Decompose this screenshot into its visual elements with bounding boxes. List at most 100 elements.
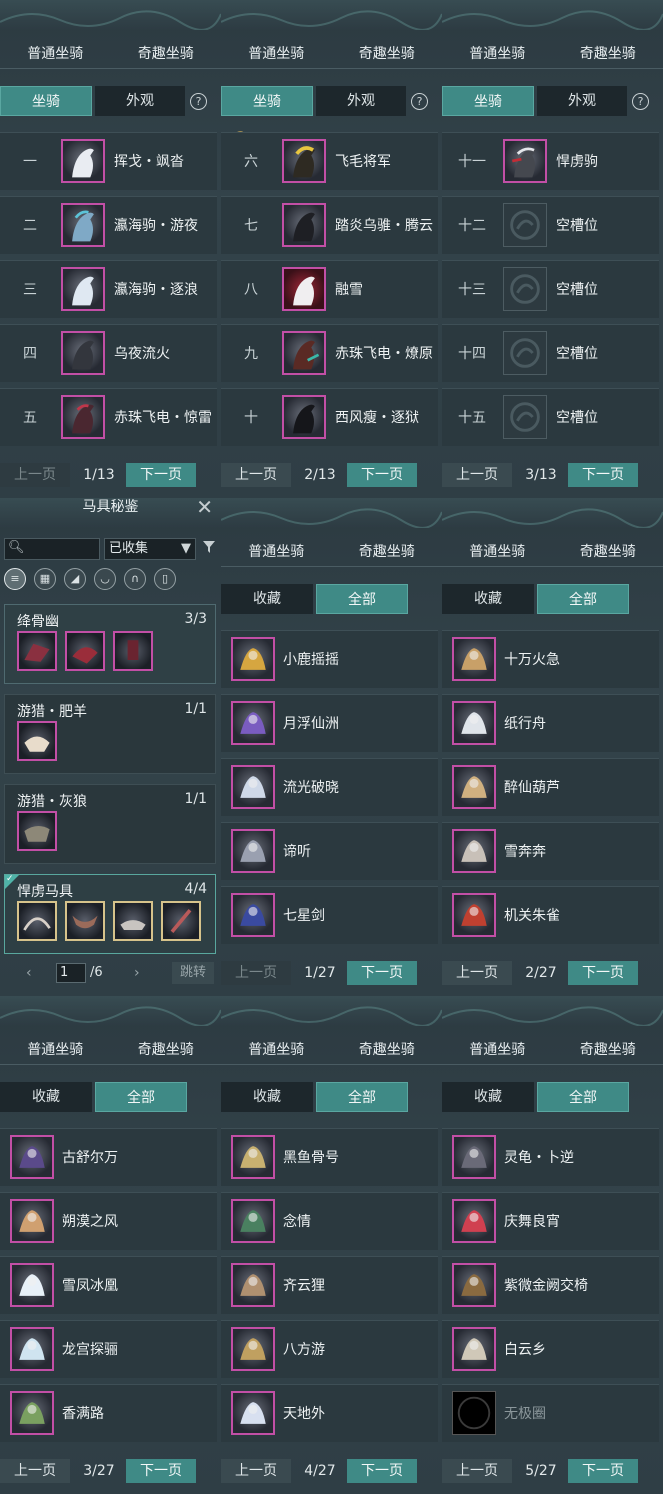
close-icon[interactable]: ✕ [196,498,213,517]
fun-mount-row[interactable]: 八方游 [221,1320,438,1378]
tab-normal-mount[interactable]: 普通坐骑 [442,1036,553,1064]
fun-mount-row[interactable]: 机关朱雀 [442,886,659,944]
next-page-button[interactable]: 下一页 [347,463,417,487]
tab-fun-mount[interactable]: 奇趣坐骑 [553,40,663,68]
fun-mount-row[interactable]: 月浮仙洲 [221,694,438,752]
next-page-button[interactable]: 下一页 [347,961,417,985]
tab-fun-mount[interactable]: 奇趣坐骑 [553,1036,663,1064]
fun-mount-row[interactable]: 纸行舟 [442,694,659,752]
tab-mount[interactable]: 坐骑 [221,86,313,116]
tab-fun-mount[interactable]: 奇趣坐骑 [332,1036,443,1064]
chevron-left-icon[interactable]: ‹ [26,962,32,984]
next-page-button[interactable]: 下一页 [126,1459,196,1483]
list-icon[interactable]: ≡ [4,568,26,590]
collection-filter-select[interactable]: 已收集 ▼ [104,538,196,560]
tab-all[interactable]: 全部 [537,584,629,614]
armor-icon[interactable]: ▯ [154,568,176,590]
fun-mount-row[interactable]: 十万火急 [442,630,659,688]
saddle-set[interactable]: ✓ 悍虏马具 4/4 [4,874,216,954]
mount-row[interactable]: 六 飞毛将军 [221,132,438,190]
fun-mount-row[interactable]: 庆舞良宵 [442,1192,659,1250]
grid-icon[interactable]: ▦ [34,568,56,590]
saddle-part-icon[interactable] [65,631,105,671]
tab-fun-mount[interactable]: 奇趣坐骑 [332,538,443,566]
tab-appearance[interactable]: 外观 [95,86,185,116]
tab-normal-mount[interactable]: 普通坐骑 [0,1036,111,1064]
fun-mount-row[interactable]: 七星剑 [221,886,438,944]
fun-mount-row[interactable]: 黑鱼骨号 [221,1128,438,1186]
tab-fun-mount[interactable]: 奇趣坐骑 [111,1036,222,1064]
tab-normal-mount[interactable]: 普通坐骑 [221,40,332,68]
fun-mount-row[interactable]: 雪奔奔 [442,822,659,880]
mount-row[interactable]: 四 乌夜流火 [0,324,217,382]
tab-all[interactable]: 全部 [537,1082,629,1112]
help-icon[interactable]: ? [411,93,428,110]
mount-row[interactable]: 八 融雪 [221,260,438,318]
bridle-icon[interactable]: ◡ [94,568,116,590]
tab-normal-mount[interactable]: 普通坐骑 [0,40,111,68]
jump-button[interactable]: 跳转 [172,962,214,984]
prev-page-button[interactable]: 上一页 [0,1459,70,1483]
next-page-button[interactable]: 下一页 [568,961,638,985]
chevron-right-icon[interactable]: › [134,962,140,984]
mount-row[interactable]: 十五 空槽位 [442,388,659,446]
mount-row[interactable]: 二 瀛海驹・游夜 [0,196,217,254]
prev-page-button[interactable]: 上一页 [221,1459,291,1483]
fun-mount-row[interactable]: 灵龟・卜逆 [442,1128,659,1186]
page-input[interactable]: 1 [56,963,86,983]
tab-fun-mount[interactable]: 奇趣坐骑 [332,40,443,68]
tab-mount[interactable]: 坐骑 [0,86,92,116]
mount-row[interactable]: 三 瀛海驹・逐浪 [0,260,217,318]
tab-normal-mount[interactable]: 普通坐骑 [221,538,332,566]
mount-row[interactable]: 十三 空槽位 [442,260,659,318]
fun-mount-row[interactable]: 流光破晓 [221,758,438,816]
mount-row[interactable]: 七 踏炎乌骓・腾云 [221,196,438,254]
mount-row[interactable]: 十二 空槽位 [442,196,659,254]
tab-favorites[interactable]: 收藏 [221,1082,313,1112]
prev-page-button[interactable]: 上一页 [0,463,70,487]
tab-normal-mount[interactable]: 普通坐骑 [442,538,553,566]
fun-mount-row[interactable]: 无极圈 [442,1384,659,1442]
tab-fun-mount[interactable]: 奇趣坐骑 [111,40,222,68]
saddle-set[interactable]: 绛骨幽 3/3 [4,604,216,684]
help-icon[interactable]: ? [632,93,649,110]
tab-all[interactable]: 全部 [316,1082,408,1112]
saddle-set[interactable]: 游猎・肥羊 1/1 [4,694,216,774]
tab-appearance[interactable]: 外观 [537,86,627,116]
tab-normal-mount[interactable]: 普通坐骑 [442,40,553,68]
saddle-part-icon[interactable] [17,631,57,671]
tab-appearance[interactable]: 外观 [316,86,406,116]
prev-page-button[interactable]: 上一页 [442,463,512,487]
saddle-icon[interactable]: ◢ [64,568,86,590]
saddle-set[interactable]: 游猎・灰狼 1/1 [4,784,216,864]
fun-mount-row[interactable]: 白云乡 [442,1320,659,1378]
saddle-part-icon[interactable] [161,901,201,941]
prev-page-button[interactable]: 上一页 [442,1459,512,1483]
saddle-part-icon[interactable] [113,631,153,671]
next-page-button[interactable]: 下一页 [568,1459,638,1483]
saddle-part-icon[interactable] [17,901,57,941]
tab-favorites[interactable]: 收藏 [221,584,313,614]
mount-row[interactable]: 十一 悍虏驹 [442,132,659,190]
tab-mount[interactable]: 坐骑 [442,86,534,116]
fun-mount-row[interactable]: 念情 [221,1192,438,1250]
tab-favorites[interactable]: 收藏 [442,1082,534,1112]
next-page-button[interactable]: 下一页 [126,463,196,487]
fun-mount-row[interactable]: 雪凤冰凰 [0,1256,217,1314]
help-icon[interactable]: ? [190,93,207,110]
next-page-button[interactable]: 下一页 [347,1459,417,1483]
tab-all[interactable]: 全部 [95,1082,187,1112]
funnel-icon[interactable] [202,540,216,558]
mount-row[interactable]: 五 赤珠飞电・惊雷 [0,388,217,446]
tab-fun-mount[interactable]: 奇趣坐骑 [553,538,663,566]
tab-normal-mount[interactable]: 普通坐骑 [221,1036,332,1064]
saddle-part-icon[interactable] [17,721,57,761]
tab-favorites[interactable]: 收藏 [442,584,534,614]
mount-row[interactable]: 一 挥戈・飒沓 [0,132,217,190]
prev-page-button[interactable]: 上一页 [221,961,291,985]
tab-favorites[interactable]: 收藏 [0,1082,92,1112]
next-page-button[interactable]: 下一页 [568,463,638,487]
fun-mount-row[interactable]: 齐云狸 [221,1256,438,1314]
horseshoe-icon[interactable]: ∩ [124,568,146,590]
fun-mount-row[interactable]: 小鹿摇摇 [221,630,438,688]
